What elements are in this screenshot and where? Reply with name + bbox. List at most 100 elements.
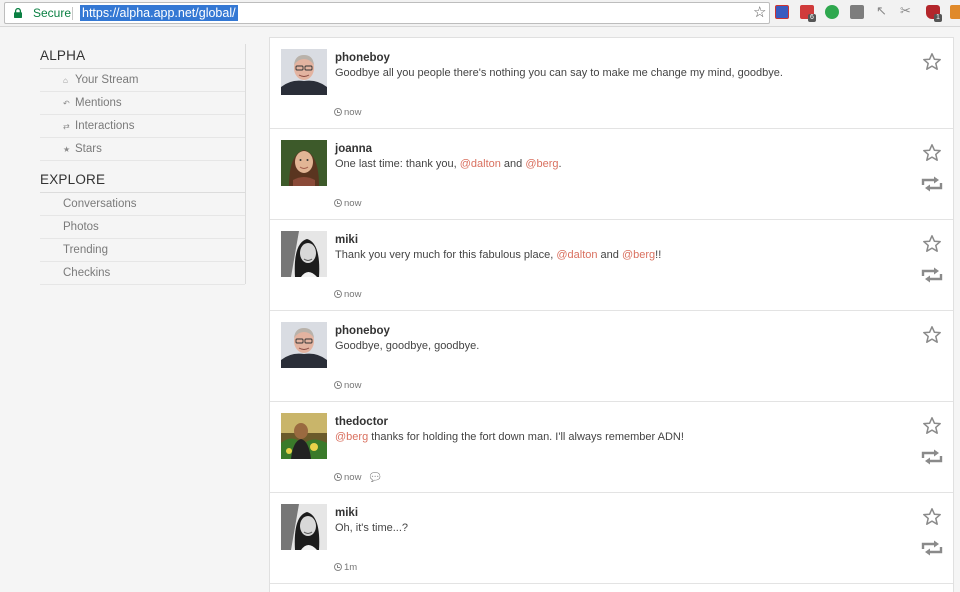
sidebar-item-label: Trending (63, 244, 108, 256)
explore-nav-list: Conversations Photos Trending Checkins (40, 193, 245, 285)
post-text: Thank you very much for this fabulous pl… (335, 248, 661, 262)
sidebar-item-mentions[interactable]: ↶ Mentions (40, 92, 245, 115)
extension-scissors-icon[interactable]: ✂ (900, 3, 911, 19)
star-icon[interactable] (922, 507, 942, 527)
sidebar-item-label: Photos (63, 221, 99, 233)
secure-label: Secure (33, 6, 72, 20)
mention-link[interactable]: @berg (525, 158, 558, 170)
star-icon[interactable] (922, 234, 942, 254)
url-text[interactable]: https://alpha.app.net/global/ (80, 5, 238, 21)
alpha-nav-list: ⌂ Your Stream ↶ Mentions ⇄ Interactions ★ Stars (40, 69, 245, 161)
sidebar-item-label: Your Stream (75, 74, 139, 86)
sidebar-divider (245, 44, 246, 284)
post-meta: now (334, 289, 361, 301)
extension-download-icon[interactable] (950, 5, 960, 19)
star-icon[interactable] (922, 416, 942, 436)
explore-heading: EXPLORE (40, 171, 245, 193)
post-text-segment: Goodbye all you people there's nothing y… (335, 67, 783, 79)
post-text-segment: Goodbye, goodbye, goodbye. (335, 340, 480, 352)
repost-icon[interactable] (921, 540, 943, 556)
post-text-segment: . (558, 158, 562, 170)
post-item: joanna One last time: thank you, @dalton … (270, 129, 953, 220)
post-username[interactable]: joanna (335, 142, 372, 156)
clock-icon (334, 108, 342, 116)
post-text: Goodbye, goodbye, goodbye. (335, 339, 479, 353)
post-text-segment: and (500, 158, 526, 170)
post-meta: now (334, 198, 361, 210)
interactions-icon: ⇄ (63, 122, 70, 131)
post-text-segment: thanks for holding the fort down man. I'… (368, 431, 684, 443)
star-icon[interactable] (922, 52, 942, 72)
post-username[interactable]: thedoctor (335, 415, 388, 429)
repost-icon[interactable] (921, 176, 943, 192)
avatar[interactable] (281, 140, 327, 186)
avatar[interactable] (281, 49, 327, 95)
clock-icon (334, 563, 342, 571)
extension-screenshot-icon[interactable] (775, 5, 789, 19)
sidebar-item-checkins[interactable]: Checkins (40, 262, 245, 285)
mention-link[interactable]: @dalton (556, 249, 597, 261)
post-timestamp[interactable]: now (344, 107, 361, 118)
mention-link[interactable]: @berg (335, 431, 368, 443)
extension-gray-square-icon[interactable] (850, 5, 864, 19)
sidebar-item-interactions[interactable]: ⇄ Interactions (40, 115, 245, 138)
sidebar-item-your-stream[interactable]: ⌂ Your Stream (40, 69, 245, 92)
post-text-segment: One last time: thank you, (335, 158, 460, 170)
star-icon: ★ (63, 145, 71, 154)
star-icon[interactable] (922, 143, 942, 163)
post-item: miki Thank you very much for this fabulou… (270, 220, 953, 311)
extension-badge-count-2: 1 (934, 14, 942, 22)
post-username[interactable]: miki (335, 506, 358, 520)
post-text-segment: Thank you very much for this fabulous pl… (335, 249, 557, 261)
lock-icon (14, 8, 22, 18)
avatar[interactable] (281, 322, 327, 368)
post-timestamp[interactable]: now (344, 380, 361, 391)
mention-link[interactable]: @berg (622, 249, 655, 261)
post-meta: now (334, 107, 361, 119)
sidebar-item-label: Conversations (63, 198, 137, 210)
star-icon[interactable] (922, 325, 942, 345)
repost-icon[interactable] (921, 449, 943, 465)
post-meta: now (334, 380, 361, 392)
address-divider (72, 7, 73, 20)
extension-cursor-icon[interactable]: ↖ (876, 3, 887, 19)
post-text: Goodbye all you people there's nothing y… (335, 66, 783, 80)
post-timestamp[interactable]: now (344, 198, 361, 209)
extension-green-circle-icon[interactable] (825, 5, 839, 19)
sidebar-item-label: Mentions (75, 97, 122, 109)
post-timestamp[interactable]: now (344, 472, 361, 483)
post-username[interactable]: phoneboy (335, 324, 390, 338)
avatar[interactable] (281, 504, 327, 550)
post-item: phoneboy Goodbye, goodbye, goodbye. now (270, 311, 953, 402)
clock-icon (334, 473, 342, 481)
clock-icon (334, 290, 342, 298)
conversation-icon[interactable]: 💬 (369, 471, 380, 483)
post-item: thedoctor @berg thanks for holding the fo… (270, 402, 953, 493)
avatar[interactable] (281, 231, 327, 277)
repost-icon[interactable] (921, 267, 943, 283)
post-text: @berg thanks for holding the fort down m… (335, 430, 684, 444)
post-text-segment: !! (655, 249, 662, 261)
sidebar-item-trending[interactable]: Trending (40, 239, 245, 262)
bookmark-star-icon[interactable]: ☆ (753, 5, 766, 21)
post-meta: 1m (334, 562, 357, 574)
house-icon: ⌂ (63, 76, 68, 85)
sidebar-item-stars[interactable]: ★ Stars (40, 138, 245, 161)
sidebar-item-photos[interactable]: Photos (40, 216, 245, 239)
mention-link[interactable]: @dalton (460, 158, 501, 170)
sidebar-item-label: Interactions (75, 120, 135, 132)
alpha-heading: ALPHA (40, 47, 245, 69)
post-text: One last time: thank you, @dalton and @b… (335, 157, 562, 171)
sidebar-item-conversations[interactable]: Conversations (40, 193, 245, 216)
avatar[interactable] (281, 413, 327, 459)
post-item: miki Oh, it's time...? 1m (270, 493, 953, 584)
address-bar[interactable]: Secure https://alpha.app.net/global/ ☆ (4, 2, 770, 24)
clock-icon (334, 199, 342, 207)
post-meta: now 💬 (334, 471, 381, 484)
post-timestamp[interactable]: now (344, 289, 361, 300)
post-username[interactable]: miki (335, 233, 358, 247)
post-username[interactable]: phoneboy (335, 51, 390, 65)
global-feed: phoneboy Goodbye all you people there's n… (269, 37, 954, 592)
post-item: phoneboy Goodbye all you people there's n… (270, 38, 953, 129)
post-timestamp[interactable]: 1m (344, 562, 357, 573)
